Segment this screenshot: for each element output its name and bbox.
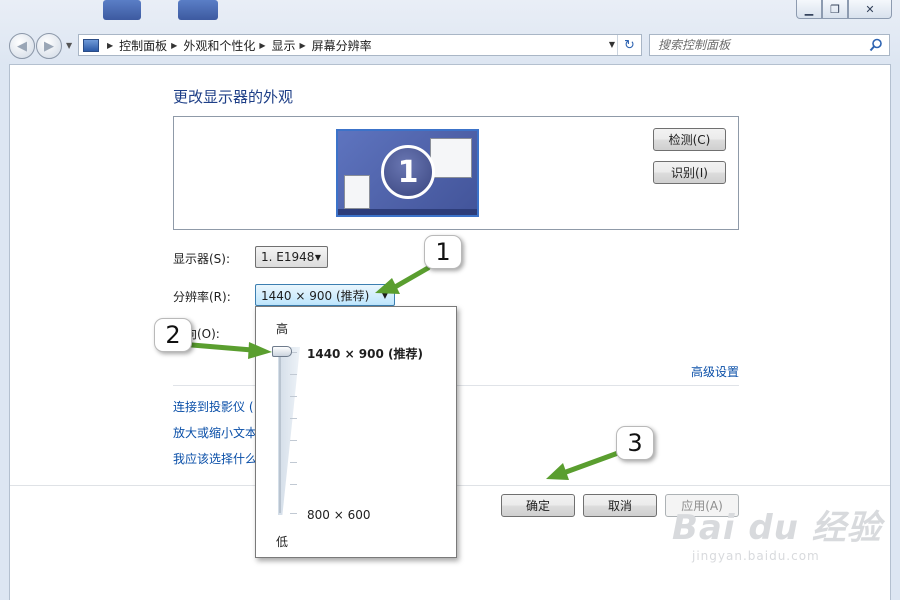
step-2-callout: 2 — [154, 318, 192, 352]
watermark-brand: Bai du 经验 — [672, 508, 882, 548]
arrow-1 — [375, 265, 431, 294]
watermark: Bai du 经验 jingyan.baidu.com — [672, 500, 882, 563]
step-1-callout: 1 — [424, 235, 462, 269]
arrow-3 — [546, 450, 621, 480]
watermark-url: jingyan.baidu.com — [692, 549, 820, 563]
arrow-2 — [189, 342, 272, 359]
step-3-callout: 3 — [616, 426, 654, 460]
